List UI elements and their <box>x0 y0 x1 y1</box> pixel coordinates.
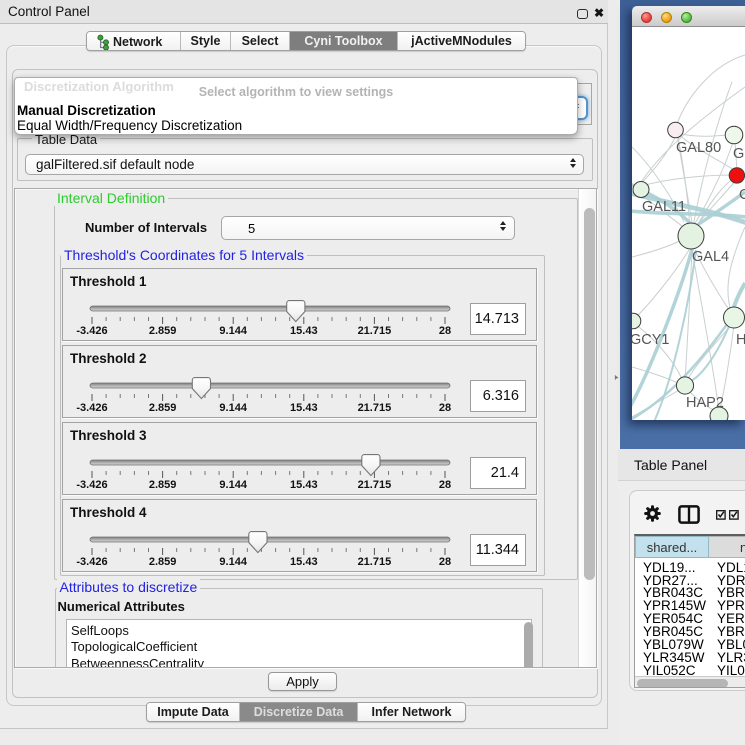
svg-text:21.715: 21.715 <box>358 325 392 337</box>
svg-text:-3.426: -3.426 <box>76 556 107 568</box>
svg-text:15.43: 15.43 <box>290 479 318 491</box>
svg-text:GAL11: GAL11 <box>642 199 686 215</box>
svg-text:9.144: 9.144 <box>219 402 247 414</box>
svg-text:15.43: 15.43 <box>290 556 318 568</box>
svg-text:2.859: 2.859 <box>149 402 177 414</box>
svg-text:GAL80: GAL80 <box>676 140 721 156</box>
svg-text:9.144: 9.144 <box>219 479 247 491</box>
svg-text:C: C <box>739 187 745 203</box>
svg-text:9.144: 9.144 <box>219 325 247 337</box>
svg-text:9.144: 9.144 <box>219 556 247 568</box>
svg-text:H: H <box>736 332 745 348</box>
svg-text:-3.426: -3.426 <box>76 402 107 414</box>
svg-text:-3.426: -3.426 <box>76 479 107 491</box>
svg-text:2.859: 2.859 <box>149 325 177 337</box>
svg-text:21.715: 21.715 <box>358 479 392 491</box>
svg-text:28: 28 <box>439 402 451 414</box>
svg-text:-3.426: -3.426 <box>76 325 107 337</box>
svg-text:15.43: 15.43 <box>290 402 318 414</box>
svg-text:G.: G. <box>733 146 745 162</box>
svg-text:HAP2: HAP2 <box>686 395 724 411</box>
svg-text:15.43: 15.43 <box>290 325 318 337</box>
svg-text:GAL4: GAL4 <box>692 249 729 265</box>
svg-text:21.715: 21.715 <box>358 556 392 568</box>
svg-text:2.859: 2.859 <box>149 556 177 568</box>
svg-text:21.715: 21.715 <box>358 402 392 414</box>
svg-text:28: 28 <box>439 556 451 568</box>
svg-text:GCY1: GCY1 <box>632 332 670 348</box>
svg-text:28: 28 <box>439 479 451 491</box>
svg-text:2.859: 2.859 <box>149 479 177 491</box>
svg-text:28: 28 <box>439 325 451 337</box>
